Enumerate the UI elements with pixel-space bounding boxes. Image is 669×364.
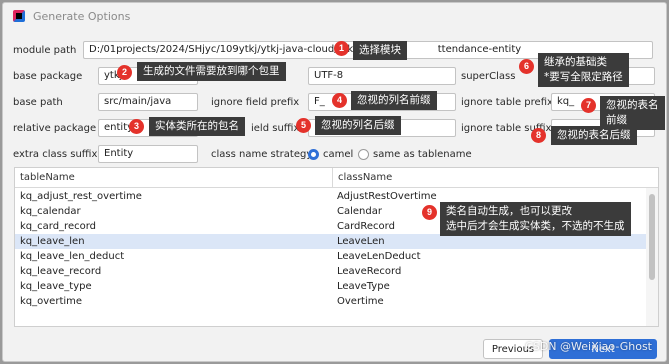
base-path-label: base path [13, 97, 63, 108]
annotation-note-6-line1: 继承的基础类 [544, 56, 607, 68]
title-bar: Generate Options [3, 3, 666, 29]
annotation-note-2: 生成的文件需要放到哪个包里 [137, 62, 286, 81]
annotation-note-8: 忽视的表名后缀 [551, 126, 637, 145]
table-name-cell: kq_leave_record [20, 266, 102, 277]
table-name-cell: kq_leave_len_deduct [20, 251, 125, 262]
annotation-note-6: 继承的基础类 *要写全限定路径 [538, 53, 629, 87]
base-package-label: base package [13, 71, 83, 82]
class-name-strategy-label: class name strategy [211, 149, 313, 160]
class-name-cell[interactable]: Overtime [337, 294, 384, 309]
annotation-note-4: 忽视的列名前缀 [351, 91, 437, 110]
annotation-note-5: 忽视的列名后缀 [315, 116, 401, 135]
superclass-label: superClass [461, 71, 516, 82]
class-name-cell[interactable]: LeaveLenDeduct [337, 249, 421, 264]
table-name-cell: kq_card_record [20, 221, 96, 232]
class-name-cell[interactable]: LeaveLen [337, 234, 385, 249]
ignore-table-prefix-label: ignore table prefix [461, 97, 553, 108]
table-row[interactable]: kq_leave_len_deduct LeaveLenDeduct [15, 249, 646, 264]
extra-class-suffix-field[interactable]: Entity [98, 145, 198, 163]
annotation-note-6-line2: *要写全限定路径 [544, 71, 623, 83]
table-class-mapping: tableName className kq_adjust_rest_overt… [14, 167, 659, 327]
column-header-tablename[interactable]: tableName [15, 168, 332, 188]
annotation-badge-9: 9 [422, 205, 437, 220]
module-path-label: module path [13, 45, 77, 56]
table-name-cell: kq_overtime [20, 296, 83, 307]
class-name-cell[interactable]: LeaveType [337, 279, 390, 294]
annotation-badge-2: 2 [117, 65, 132, 80]
table-row[interactable]: kq_overtime Overtime [15, 294, 646, 309]
annotation-note-9-line2: 选中后才会生成实体类，不选的不生成 [446, 220, 625, 232]
table-name-cell: kq_calendar [20, 206, 81, 217]
annotation-badge-6: 6 [519, 59, 534, 74]
camel-option-label: camel [323, 149, 354, 160]
same-as-tablename-option-label: same as tablename [373, 149, 472, 160]
table-scrollbar-thumb[interactable] [649, 194, 655, 280]
class-name-cell[interactable]: CardRecord [337, 219, 395, 234]
generate-options-dialog: Generate Options module path D:/01projec… [2, 2, 667, 362]
app-logo-icon [13, 10, 25, 22]
annotation-note-1: 选择模块 [353, 41, 407, 60]
annotation-badge-8: 8 [531, 128, 546, 143]
annotation-badge-1: 1 [334, 41, 349, 56]
annotation-note-3: 实体类所在的包名 [149, 117, 245, 136]
module-path-value: D:/01projects/2024/SHjyc/109ytkj/ytkj-ja… [89, 44, 366, 55]
module-path-value-tail: ttendance-entity [437, 44, 522, 55]
relative-package-label: relative package [13, 123, 97, 134]
same-as-tablename-radio[interactable] [358, 149, 369, 160]
table-name-cell: kq_adjust_rest_overtime [20, 191, 142, 202]
column-header-classname[interactable]: className [333, 168, 658, 188]
annotation-badge-7: 7 [581, 98, 596, 113]
extra-class-suffix-label: extra class suffix [13, 149, 98, 160]
annotation-badge-4: 4 [332, 93, 347, 108]
annotation-note-7: 忽视的表名 前缀 [600, 96, 665, 130]
annotation-note-7-line1: 忽视的表名 [606, 99, 659, 111]
table-name-cell: kq_leave_type [20, 281, 92, 292]
table-row[interactable]: kq_leave_record LeaveRecord [15, 264, 646, 279]
ignore-field-prefix-label: ignore field prefix [211, 97, 300, 108]
ignore-field-suffix-label: ield suffix [251, 123, 300, 134]
annotation-badge-3: 3 [129, 119, 144, 134]
encoding-field[interactable]: UTF-8 [308, 67, 456, 85]
csdn-watermark: CSDN @WeiXiao-Ghost [525, 340, 652, 353]
class-name-cell[interactable]: Calendar [337, 204, 382, 219]
annotation-badge-5: 5 [296, 118, 311, 133]
camel-radio[interactable] [308, 149, 319, 160]
table-name-cell: kq_leave_len [20, 236, 85, 247]
base-path-field[interactable]: src/main/java [98, 93, 198, 111]
annotation-note-9: 类名自动生成，也可以更改 选中后才会生成实体类，不选的不生成 [440, 202, 631, 236]
class-name-cell[interactable]: LeaveRecord [337, 264, 401, 279]
window-title: Generate Options [33, 9, 131, 23]
annotation-note-9-line1: 类名自动生成，也可以更改 [446, 205, 572, 217]
class-name-cell[interactable]: AdjustRestOvertime [337, 189, 437, 204]
table-row[interactable]: kq_leave_type LeaveType [15, 279, 646, 294]
table-row-selected[interactable]: kq_leave_len LeaveLen [15, 234, 646, 249]
